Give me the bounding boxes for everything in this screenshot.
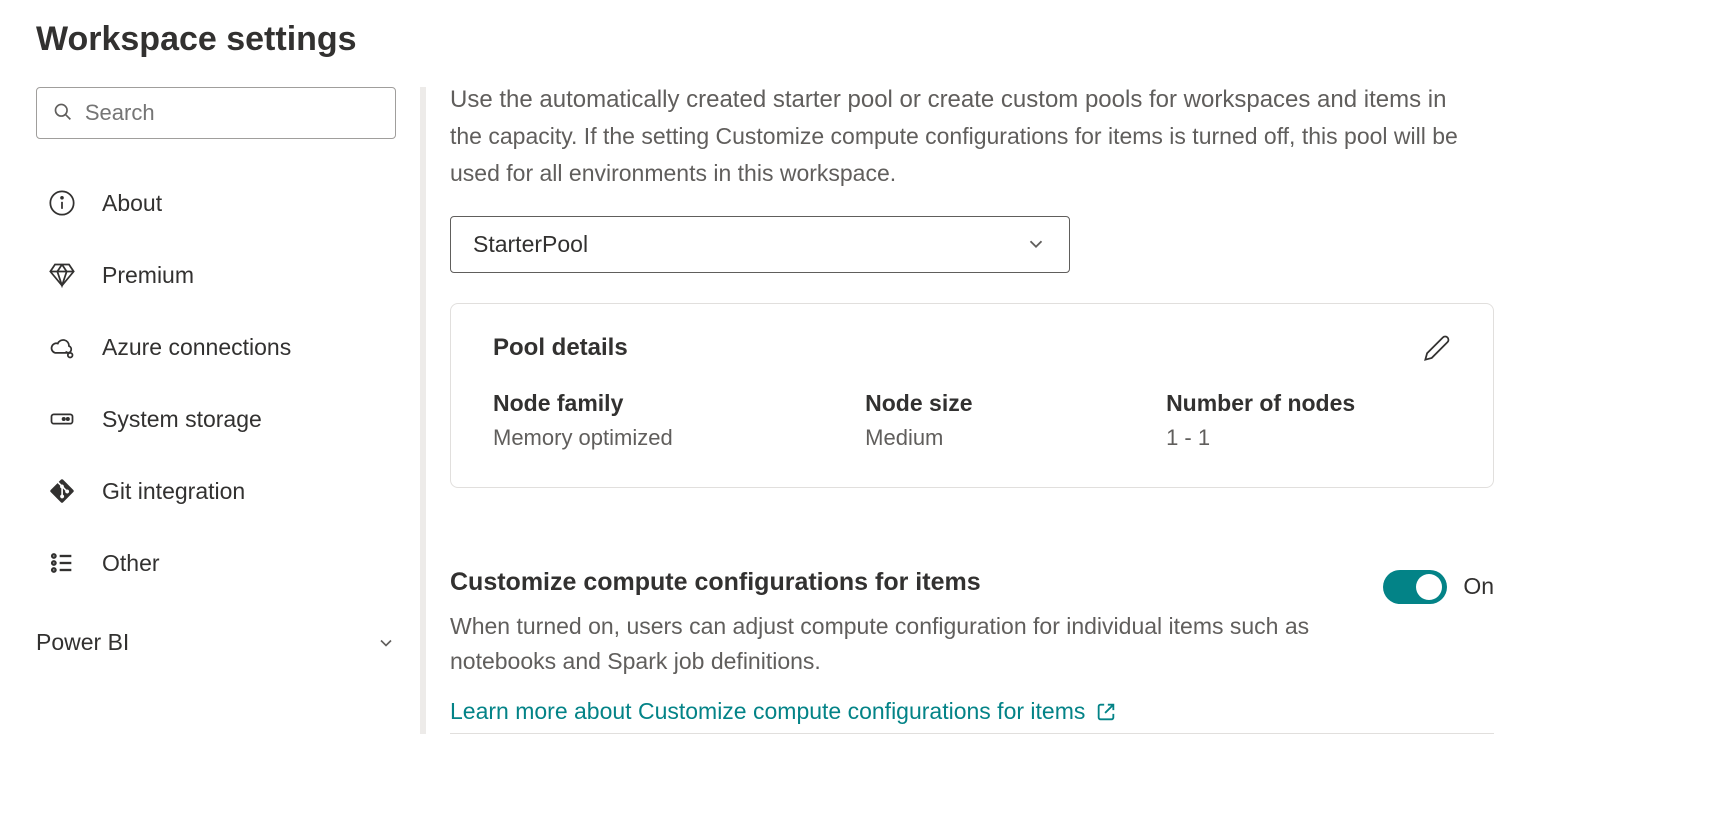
sidebar-item-other[interactable]: Other [36,527,396,599]
sidebar-item-label: About [102,190,162,217]
field-label: Number of nodes [1166,390,1451,417]
field-number-of-nodes: Number of nodes 1 - 1 [1166,390,1451,451]
field-value: Memory optimized [493,425,849,451]
chevron-down-icon [1025,233,1047,255]
toggle-wrap: On [1383,570,1494,604]
sidebar-item-label: Azure connections [102,334,291,361]
sidebar-item-system-storage[interactable]: System storage [36,383,396,455]
sidebar: About Premium Azure connections [36,87,396,734]
cloud-icon [46,331,78,363]
page-title: Workspace settings [36,20,1674,59]
search-icon [53,102,73,124]
link-text: Learn more about Customize compute confi… [450,698,1085,725]
sidebar-section-power-bi[interactable]: Power BI [36,599,396,670]
customize-compute-toggle[interactable] [1383,570,1447,604]
toggle-knob [1416,574,1442,600]
storage-icon [46,403,78,435]
sidebar-item-about[interactable]: About [36,167,396,239]
toggle-state-label: On [1463,573,1494,600]
pool-description-cut: Use the automatically created starter po… [450,81,1494,118]
pool-dropdown[interactable]: StarterPool [450,216,1070,273]
dropdown-selected: StarterPool [473,231,588,258]
field-node-size: Node size Medium [865,390,1150,451]
edit-icon[interactable] [1423,334,1451,362]
main-content: Use the automatically created starter po… [450,87,1674,734]
field-label: Node family [493,390,849,417]
list-icon [46,547,78,579]
customize-compute-setting: Customize compute configurations for ite… [450,568,1494,725]
field-value: 1 - 1 [1166,425,1451,451]
sidebar-item-azure-connections[interactable]: Azure connections [36,311,396,383]
learn-more-link[interactable]: Learn more about Customize compute confi… [450,698,1117,725]
search-input[interactable] [85,100,379,126]
setting-title: Customize compute configurations for ite… [450,568,1343,597]
sidebar-item-label: Other [102,550,160,577]
external-link-icon [1095,701,1117,723]
divider [450,733,1494,734]
section-label: Power BI [36,629,129,656]
field-label: Node size [865,390,1150,417]
field-node-family: Node family Memory optimized [493,390,849,451]
pool-details-title: Pool details [493,334,628,362]
sidebar-item-label: System storage [102,406,262,433]
setting-description: When turned on, users can adjust compute… [450,609,1343,680]
pool-description: the capacity. If the setting Customize c… [450,118,1494,192]
sidebar-item-label: Git integration [102,478,245,505]
chevron-down-icon [376,633,396,653]
sidebar-item-git-integration[interactable]: Git integration [36,455,396,527]
sidebar-item-premium[interactable]: Premium [36,239,396,311]
vertical-divider [420,87,426,734]
info-icon [46,187,78,219]
diamond-icon [46,259,78,291]
pool-details-card: Pool details Node family Memory optimize… [450,303,1494,488]
field-value: Medium [865,425,1150,451]
git-icon [46,475,78,507]
sidebar-item-label: Premium [102,262,194,289]
search-box[interactable] [36,87,396,139]
